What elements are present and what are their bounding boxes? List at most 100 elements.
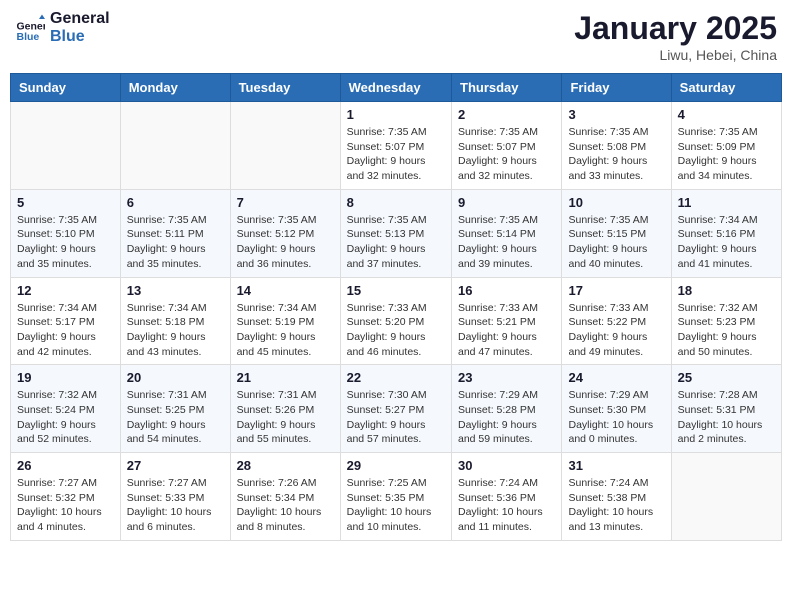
calendar-cell: 24 Sunrise: 7:29 AM Sunset: 5:30 PM Dayli… bbox=[562, 365, 671, 453]
calendar-cell: 13 Sunrise: 7:34 AM Sunset: 5:18 PM Dayli… bbox=[120, 277, 230, 365]
day-number: 27 bbox=[127, 458, 224, 473]
day-info: Sunrise: 7:28 AM Sunset: 5:31 PM Dayligh… bbox=[678, 388, 775, 447]
day-number: 25 bbox=[678, 370, 775, 385]
day-info: Sunrise: 7:26 AM Sunset: 5:34 PM Dayligh… bbox=[237, 476, 334, 535]
calendar-cell: 6 Sunrise: 7:35 AM Sunset: 5:11 PM Daylig… bbox=[120, 189, 230, 277]
day-info: Sunrise: 7:29 AM Sunset: 5:30 PM Dayligh… bbox=[568, 388, 664, 447]
day-number: 18 bbox=[678, 283, 775, 298]
weekday-header: Wednesday bbox=[340, 74, 451, 102]
day-number: 5 bbox=[17, 195, 114, 210]
calendar-body: 1Sunrise: 7:35 AM Sunset: 5:07 PM Daylig… bbox=[11, 102, 782, 541]
day-number: 3 bbox=[568, 107, 664, 122]
location: Liwu, Hebei, China bbox=[574, 47, 777, 63]
day-info: Sunrise: 7:34 AM Sunset: 5:18 PM Dayligh… bbox=[127, 301, 224, 360]
month-title: January 2025 bbox=[574, 10, 777, 47]
day-number: 28 bbox=[237, 458, 334, 473]
calendar-week-row: 26Sunrise: 7:27 AM Sunset: 5:32 PM Dayli… bbox=[11, 453, 782, 541]
weekday-header: Sunday bbox=[11, 74, 121, 102]
calendar-cell: 7 Sunrise: 7:35 AM Sunset: 5:12 PM Daylig… bbox=[230, 189, 340, 277]
calendar-cell: 9Sunrise: 7:35 AM Sunset: 5:14 PM Daylig… bbox=[452, 189, 562, 277]
calendar-cell: 1Sunrise: 7:35 AM Sunset: 5:07 PM Daylig… bbox=[340, 102, 451, 190]
calendar-cell: 27 Sunrise: 7:27 AM Sunset: 5:33 PM Dayli… bbox=[120, 453, 230, 541]
day-info: Sunrise: 7:34 AM Sunset: 5:19 PM Dayligh… bbox=[237, 301, 334, 360]
day-number: 14 bbox=[237, 283, 334, 298]
calendar-cell: 31 Sunrise: 7:24 AM Sunset: 5:38 PM Dayli… bbox=[562, 453, 671, 541]
day-number: 15 bbox=[347, 283, 445, 298]
calendar-cell bbox=[671, 453, 781, 541]
title-section: January 2025 Liwu, Hebei, China bbox=[574, 10, 777, 63]
calendar-cell bbox=[11, 102, 121, 190]
day-info: Sunrise: 7:31 AM Sunset: 5:25 PM Dayligh… bbox=[127, 388, 224, 447]
calendar-cell: 10Sunrise: 7:35 AM Sunset: 5:15 PM Dayli… bbox=[562, 189, 671, 277]
calendar-cell: 14 Sunrise: 7:34 AM Sunset: 5:19 PM Dayli… bbox=[230, 277, 340, 365]
calendar-week-row: 1Sunrise: 7:35 AM Sunset: 5:07 PM Daylig… bbox=[11, 102, 782, 190]
day-info: Sunrise: 7:31 AM Sunset: 5:26 PM Dayligh… bbox=[237, 388, 334, 447]
day-info: Sunrise: 7:34 AM Sunset: 5:16 PM Dayligh… bbox=[678, 213, 775, 272]
calendar-cell: 29Sunrise: 7:25 AM Sunset: 5:35 PM Dayli… bbox=[340, 453, 451, 541]
calendar-cell: 30Sunrise: 7:24 AM Sunset: 5:36 PM Dayli… bbox=[452, 453, 562, 541]
calendar-cell: 5 Sunrise: 7:35 AM Sunset: 5:10 PM Daylig… bbox=[11, 189, 121, 277]
calendar-cell: 21 Sunrise: 7:31 AM Sunset: 5:26 PM Dayli… bbox=[230, 365, 340, 453]
day-info: Sunrise: 7:24 AM Sunset: 5:38 PM Dayligh… bbox=[568, 476, 664, 535]
weekday-header: Thursday bbox=[452, 74, 562, 102]
day-number: 8 bbox=[347, 195, 445, 210]
day-number: 4 bbox=[678, 107, 775, 122]
day-info: Sunrise: 7:32 AM Sunset: 5:24 PM Dayligh… bbox=[17, 388, 114, 447]
calendar-cell: 2Sunrise: 7:35 AM Sunset: 5:07 PM Daylig… bbox=[452, 102, 562, 190]
day-info: Sunrise: 7:34 AM Sunset: 5:17 PM Dayligh… bbox=[17, 301, 114, 360]
calendar-table: SundayMondayTuesdayWednesdayThursdayFrid… bbox=[10, 73, 782, 541]
day-info: Sunrise: 7:29 AM Sunset: 5:28 PM Dayligh… bbox=[458, 388, 555, 447]
calendar-cell: 18 Sunrise: 7:32 AM Sunset: 5:23 PM Dayli… bbox=[671, 277, 781, 365]
day-info: Sunrise: 7:32 AM Sunset: 5:23 PM Dayligh… bbox=[678, 301, 775, 360]
day-info: Sunrise: 7:35 AM Sunset: 5:15 PM Dayligh… bbox=[568, 213, 664, 272]
day-number: 20 bbox=[127, 370, 224, 385]
day-info: Sunrise: 7:35 AM Sunset: 5:14 PM Dayligh… bbox=[458, 213, 555, 272]
calendar-week-row: 5 Sunrise: 7:35 AM Sunset: 5:10 PM Daylig… bbox=[11, 189, 782, 277]
day-number: 13 bbox=[127, 283, 224, 298]
day-info: Sunrise: 7:35 AM Sunset: 5:10 PM Dayligh… bbox=[17, 213, 114, 272]
calendar-cell: 22Sunrise: 7:30 AM Sunset: 5:27 PM Dayli… bbox=[340, 365, 451, 453]
day-number: 21 bbox=[237, 370, 334, 385]
calendar-cell: 26Sunrise: 7:27 AM Sunset: 5:32 PM Dayli… bbox=[11, 453, 121, 541]
day-info: Sunrise: 7:33 AM Sunset: 5:22 PM Dayligh… bbox=[568, 301, 664, 360]
calendar-cell: 25 Sunrise: 7:28 AM Sunset: 5:31 PM Dayli… bbox=[671, 365, 781, 453]
calendar-cell: 28 Sunrise: 7:26 AM Sunset: 5:34 PM Dayli… bbox=[230, 453, 340, 541]
calendar-cell: 19 Sunrise: 7:32 AM Sunset: 5:24 PM Dayli… bbox=[11, 365, 121, 453]
day-info: Sunrise: 7:35 AM Sunset: 5:11 PM Dayligh… bbox=[127, 213, 224, 272]
day-info: Sunrise: 7:35 AM Sunset: 5:09 PM Dayligh… bbox=[678, 125, 775, 184]
logo: General Blue General Blue bbox=[15, 10, 110, 45]
calendar-cell: 23Sunrise: 7:29 AM Sunset: 5:28 PM Dayli… bbox=[452, 365, 562, 453]
day-number: 24 bbox=[568, 370, 664, 385]
day-number: 26 bbox=[17, 458, 114, 473]
weekday-header: Saturday bbox=[671, 74, 781, 102]
day-number: 16 bbox=[458, 283, 555, 298]
page-header: General Blue General Blue January 2025 L… bbox=[10, 10, 782, 63]
calendar-week-row: 12Sunrise: 7:34 AM Sunset: 5:17 PM Dayli… bbox=[11, 277, 782, 365]
day-number: 31 bbox=[568, 458, 664, 473]
logo-icon: General Blue bbox=[15, 13, 45, 43]
calendar-header-row: SundayMondayTuesdayWednesdayThursdayFrid… bbox=[11, 74, 782, 102]
calendar-cell: 3 Sunrise: 7:35 AM Sunset: 5:08 PM Daylig… bbox=[562, 102, 671, 190]
weekday-header: Monday bbox=[120, 74, 230, 102]
day-info: Sunrise: 7:33 AM Sunset: 5:20 PM Dayligh… bbox=[347, 301, 445, 360]
svg-text:Blue: Blue bbox=[17, 31, 40, 43]
day-number: 19 bbox=[17, 370, 114, 385]
day-number: 7 bbox=[237, 195, 334, 210]
day-number: 2 bbox=[458, 107, 555, 122]
calendar-cell: 11 Sunrise: 7:34 AM Sunset: 5:16 PM Dayli… bbox=[671, 189, 781, 277]
calendar-cell: 20 Sunrise: 7:31 AM Sunset: 5:25 PM Dayli… bbox=[120, 365, 230, 453]
day-info: Sunrise: 7:24 AM Sunset: 5:36 PM Dayligh… bbox=[458, 476, 555, 535]
day-info: Sunrise: 7:27 AM Sunset: 5:33 PM Dayligh… bbox=[127, 476, 224, 535]
day-info: Sunrise: 7:25 AM Sunset: 5:35 PM Dayligh… bbox=[347, 476, 445, 535]
calendar-cell: 16 Sunrise: 7:33 AM Sunset: 5:21 PM Dayli… bbox=[452, 277, 562, 365]
day-number: 11 bbox=[678, 195, 775, 210]
day-info: Sunrise: 7:35 AM Sunset: 5:07 PM Dayligh… bbox=[347, 125, 445, 184]
day-info: Sunrise: 7:30 AM Sunset: 5:27 PM Dayligh… bbox=[347, 388, 445, 447]
calendar-cell bbox=[120, 102, 230, 190]
weekday-header: Friday bbox=[562, 74, 671, 102]
day-info: Sunrise: 7:35 AM Sunset: 5:12 PM Dayligh… bbox=[237, 213, 334, 272]
day-number: 6 bbox=[127, 195, 224, 210]
calendar-cell bbox=[230, 102, 340, 190]
day-info: Sunrise: 7:33 AM Sunset: 5:21 PM Dayligh… bbox=[458, 301, 555, 360]
day-info: Sunrise: 7:35 AM Sunset: 5:08 PM Dayligh… bbox=[568, 125, 664, 184]
